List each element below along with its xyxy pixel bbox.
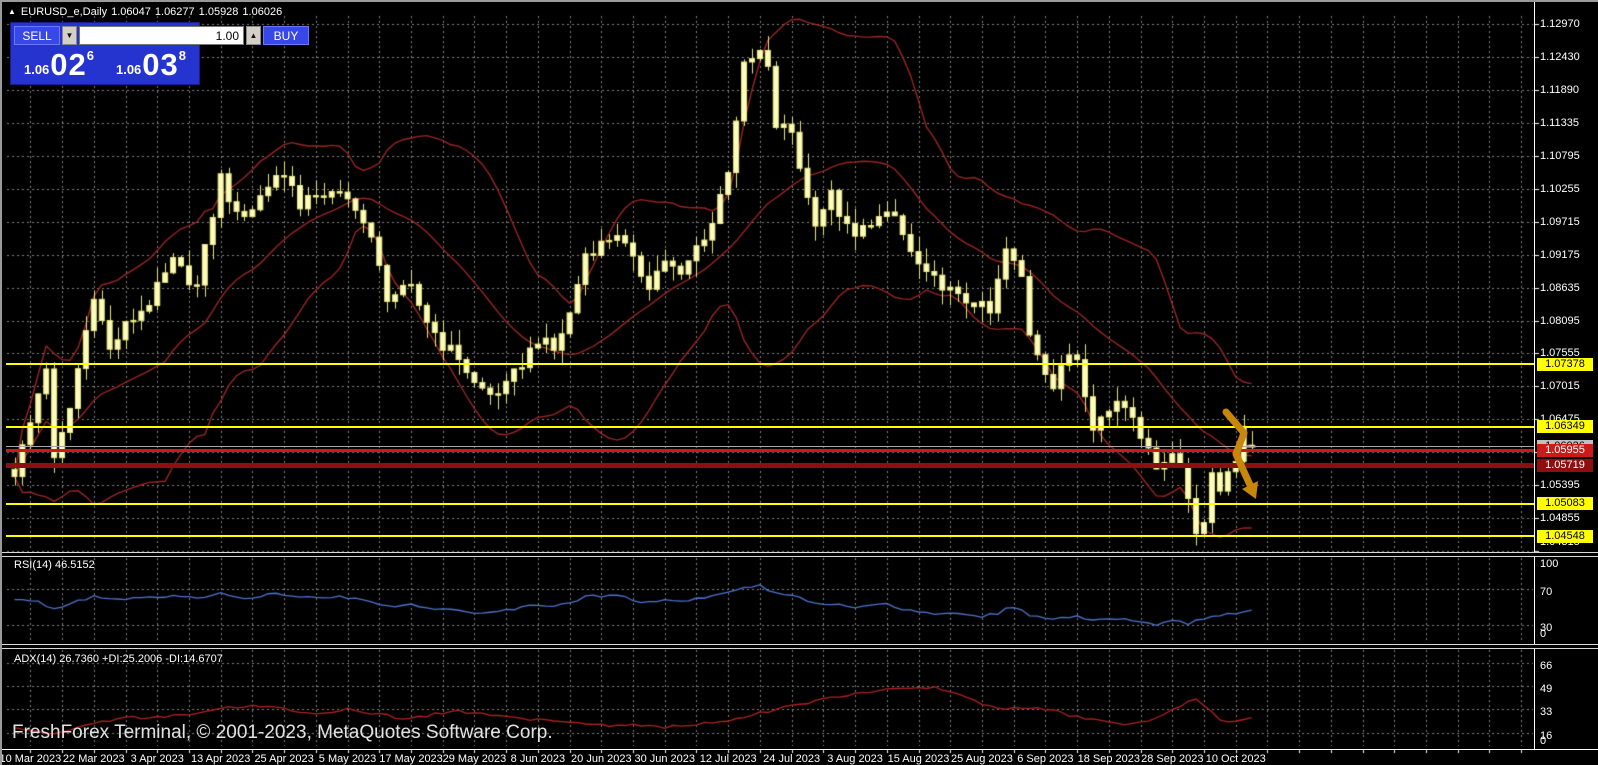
adx-tick-label: 33 xyxy=(1540,706,1552,718)
date-tick-label: 5 May 2023 xyxy=(319,753,376,765)
adx-indicator-label: ADX(14) 26.7360 +DI:25.2006 -DI:14.6707 xyxy=(14,653,223,665)
price-axis-separator xyxy=(1534,2,1535,749)
volume-increase-button[interactable]: ▲ xyxy=(246,26,261,45)
volume-input[interactable] xyxy=(79,26,244,45)
red-level-lower[interactable] xyxy=(6,463,1534,468)
ohlc-close: 1.06026 xyxy=(242,6,282,18)
chevron-down-icon: ▼ xyxy=(66,31,74,40)
adx-tick-label: 66 xyxy=(1540,660,1552,672)
sell-price-display[interactable]: 1.06 02 6 xyxy=(14,47,104,81)
one-click-trading-panel: SELL ▼ ▲ BUY 1.06 02 6 1.06 03 8 xyxy=(10,22,200,85)
volume-decrease-button[interactable]: ▼ xyxy=(62,26,77,45)
price-tick-label: 1.07015 xyxy=(1540,380,1580,392)
rsi-tick-label: 100 xyxy=(1540,558,1558,570)
sell-button[interactable]: SELL xyxy=(14,26,60,45)
price-level-label-yellow-level: 1.06349 xyxy=(1537,420,1593,433)
rsi-indicator-label: RSI(14) 46.5152 xyxy=(14,559,95,571)
date-axis-separator xyxy=(2,749,1598,750)
date-tick-label: 12 Jul 2023 xyxy=(700,753,757,765)
sell-price-big: 02 xyxy=(50,49,86,80)
price-chart-canvas[interactable] xyxy=(2,2,1598,765)
price-level-label-yellow-level: 1.07378 xyxy=(1537,358,1593,371)
date-tick-label: 6 Sep 2023 xyxy=(1017,753,1073,765)
date-tick-label: 24 Jul 2023 xyxy=(763,753,820,765)
price-tick-label: 1.08095 xyxy=(1540,315,1580,327)
date-tick-label: 22 Mar 2023 xyxy=(63,753,125,765)
buy-price-display[interactable]: 1.06 03 8 xyxy=(106,47,196,81)
price-tick-label: 1.10795 xyxy=(1540,150,1580,162)
price-level-label-red-level: 1.05955 xyxy=(1537,444,1593,457)
sell-price-small: 1.06 xyxy=(24,60,49,80)
price-level-label-yellow-level: 1.05083 xyxy=(1537,497,1593,510)
date-tick-label: 17 May 2023 xyxy=(379,753,443,765)
price-tick-label: 1.10255 xyxy=(1540,183,1580,195)
mt4-terminal-window: ▲EURUSD_e,Daily1.060471.062771.059281.06… xyxy=(0,0,1598,765)
sell-price-sup: 6 xyxy=(87,49,94,62)
date-tick-label: 8 Jun 2023 xyxy=(511,753,565,765)
price-tick-label: 1.04855 xyxy=(1540,512,1580,524)
price-tick-label: 1.12970 xyxy=(1540,18,1580,30)
buy-price-small: 1.06 xyxy=(116,60,141,80)
date-tick-label: 15 Aug 2023 xyxy=(888,753,950,765)
price-tick-label: 1.11335 xyxy=(1540,117,1579,129)
adx-tick-label: 0 xyxy=(1540,735,1546,747)
price-tick-label: 1.11890 xyxy=(1540,84,1579,96)
rsi-tick-label: 70 xyxy=(1540,586,1552,598)
date-tick-label: 10 Mar 2023 xyxy=(0,753,61,765)
adx-tick-label: 49 xyxy=(1540,683,1552,695)
date-tick-label: 29 May 2023 xyxy=(443,753,507,765)
date-tick-label: 25 Apr 2023 xyxy=(254,753,313,765)
collapse-chart-icon[interactable]: ▲ xyxy=(8,7,16,16)
date-tick-label: 3 Aug 2023 xyxy=(827,753,883,765)
price-tick-label: 1.09715 xyxy=(1540,216,1580,228)
buy-price-big: 03 xyxy=(142,49,178,80)
buy-button[interactable]: BUY xyxy=(263,26,309,45)
red-level-upper[interactable] xyxy=(6,449,1534,452)
price-tick-label: 1.05395 xyxy=(1540,479,1580,491)
resistance-line-2[interactable] xyxy=(6,426,1534,428)
rsi-panel-splitter[interactable] xyxy=(2,552,1598,557)
date-tick-label: 10 Oct 2023 xyxy=(1206,753,1266,765)
date-tick-label: 13 Apr 2023 xyxy=(191,753,250,765)
price-level-label-red-level: 1.05719 xyxy=(1537,459,1593,472)
buy-price-sup: 8 xyxy=(179,49,186,62)
price-level-label-yellow-level: 1.04548 xyxy=(1537,530,1593,543)
ohlc-high: 1.06277 xyxy=(155,6,195,18)
rsi-tick-label: 0 xyxy=(1540,628,1546,640)
resistance-line-1[interactable] xyxy=(6,363,1534,365)
price-tick-label: 1.12430 xyxy=(1540,51,1580,63)
adx-panel-splitter[interactable] xyxy=(2,644,1598,649)
date-tick-label: 25 Aug 2023 xyxy=(951,753,1013,765)
date-tick-label: 18 Sep 2023 xyxy=(1078,753,1140,765)
current-price-line[interactable] xyxy=(6,446,1534,447)
date-tick-label: 20 Jun 2023 xyxy=(571,753,632,765)
chart-title-bar: ▲ EURUSD_e,Daily 1.06047 1.06277 1.059281.06… xyxy=(8,6,286,18)
support-line-2[interactable] xyxy=(6,535,1534,537)
terminal-copyright: FreshForex Terminal, © 2001-2023, MetaQu… xyxy=(12,722,553,744)
chevron-up-icon: ▲ xyxy=(250,31,258,40)
date-tick-label: 28 Sep 2023 xyxy=(1141,753,1203,765)
date-tick-label: 30 Jun 2023 xyxy=(634,753,695,765)
support-line-1[interactable] xyxy=(6,503,1534,505)
symbol-period-label: EURUSD_e,Daily xyxy=(21,6,107,18)
price-tick-label: 1.08635 xyxy=(1540,282,1580,294)
ohlc-open: 1.06047 xyxy=(111,6,151,18)
price-tick-label: 1.09175 xyxy=(1540,249,1580,261)
date-tick-label: 3 Apr 2023 xyxy=(131,753,184,765)
ohlc-low: 1.05928 xyxy=(199,6,239,18)
